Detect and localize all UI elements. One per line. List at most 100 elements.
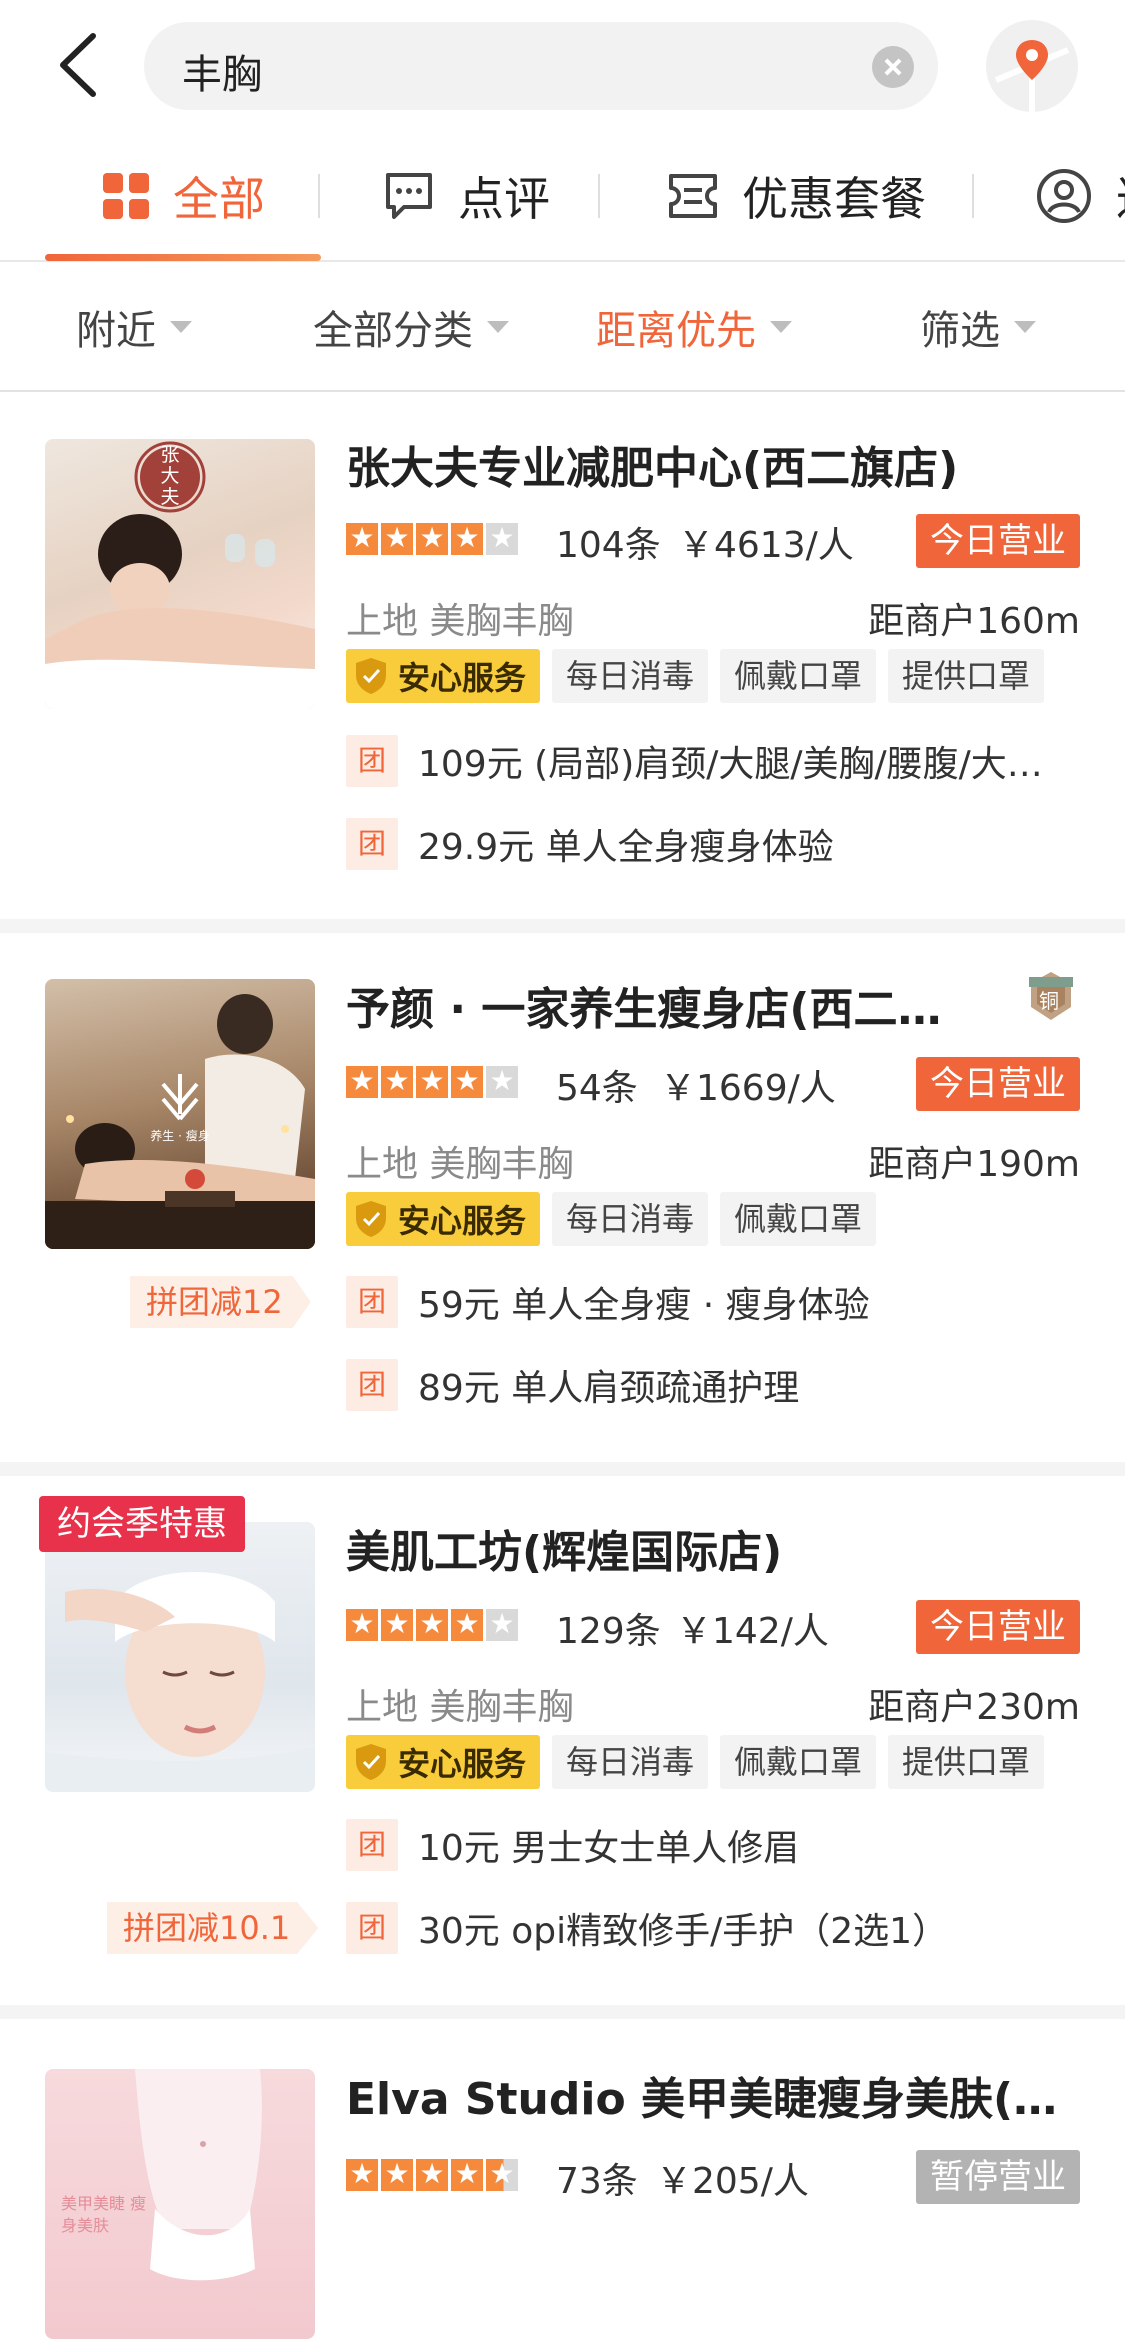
filter-screen[interactable]: 筛选: [920, 262, 1036, 392]
deal-item[interactable]: 团 29.9元 单人全身瘦身体验: [346, 818, 834, 870]
safe-service-label: 安心服务: [398, 1202, 527, 1240]
active-tab-indicator: [45, 254, 321, 261]
safe-service-badge: 安心服务: [346, 649, 541, 703]
shop-image: [45, 1522, 315, 1792]
deal-item[interactable]: 团 109元 (局部)肩颈/大腿/美胸/腰腹/大…: [346, 735, 1043, 787]
review-count: 104条: [556, 525, 661, 566]
deal-text: 109元 (局部)肩颈/大腿/美胸/腰腹/大…: [418, 744, 1043, 785]
filter-label: 筛选: [920, 308, 1000, 354]
back-arrow-icon[interactable]: [55, 30, 105, 100]
group-buy-icon: 团: [346, 1902, 398, 1954]
deal-text: 10元 男士女士单人修眉: [418, 1828, 800, 1869]
promo-label: 约会季特惠: [39, 1496, 245, 1552]
ticket-icon: [669, 174, 717, 218]
filter-bar: 附近 全部分类 距离优先 筛选: [0, 262, 1125, 392]
deal-text: 59元 单人全身瘦 · 瘦身体验: [418, 1285, 870, 1326]
shield-icon: [356, 1201, 386, 1237]
filter-label: 距离优先: [596, 308, 756, 354]
service-tag: 每日消毒: [552, 649, 709, 703]
filter-sort[interactable]: 距离优先: [596, 262, 792, 392]
search-input[interactable]: 丰胸: [144, 22, 938, 110]
shield-icon: [356, 1744, 386, 1780]
filter-label: 附近: [76, 308, 156, 354]
group-buy-icon: 团: [346, 1276, 398, 1328]
medal-label: 铜: [1039, 989, 1059, 1013]
deal-item[interactable]: 团 59元 单人全身瘦 · 瘦身体验: [346, 1276, 870, 1328]
tab-deals[interactable]: 优惠套餐: [668, 130, 926, 262]
service-tag: 佩戴口罩: [720, 1735, 877, 1789]
caret-down-icon: [487, 321, 509, 333]
avg-price: ￥4613/人: [678, 525, 854, 566]
star-empty-icon: [486, 1607, 518, 1641]
review-count: 129条: [556, 1611, 661, 1652]
safe-service-label: 安心服务: [398, 1745, 527, 1783]
star-icon: [346, 1064, 378, 1098]
service-tag: 佩戴口罩: [720, 1192, 877, 1246]
deal-item[interactable]: 团 89元 单人肩颈疏通护理: [346, 1359, 799, 1411]
safe-service-label: 安心服务: [398, 659, 527, 697]
tab-label: 全部: [173, 172, 265, 226]
caret-down-icon: [770, 321, 792, 333]
rating-stars: [346, 1064, 521, 1100]
safe-service-badge: 安心服务: [346, 1192, 541, 1246]
tab-reviews[interactable]: 点评: [384, 130, 550, 262]
clear-icon[interactable]: [872, 46, 914, 88]
shop-card[interactable]: 养生 · 瘦身 予颜 · 一家养生瘦身店(西二… 铜 54条 ￥1669/人 今…: [0, 933, 1125, 1462]
divider: [0, 2005, 1125, 2019]
shop-card[interactable]: 约会季特惠 美肌工坊(辉煌国际店) 129条 ￥142/人 今日营业 上地 美胸…: [0, 1476, 1125, 2005]
thumb-logo-text: 养生 · 瘦身: [150, 1129, 210, 1143]
divider: [318, 174, 320, 218]
shop-area: 上地 美胸丰胸: [346, 601, 574, 642]
shop-title[interactable]: 美肌工坊(辉煌国际店): [346, 1516, 782, 1580]
search-query: 丰胸: [182, 52, 262, 98]
status-badge: 暂停营业: [916, 2150, 1080, 2204]
avg-price: ￥1669/人: [660, 1068, 836, 1109]
deal-item[interactable]: 团 30元 opi精致修手/手护（2选1）: [346, 1902, 948, 1954]
distance: 距商户230m: [868, 1687, 1080, 1728]
filter-category[interactable]: 全部分类: [313, 262, 509, 392]
divider: [0, 1462, 1125, 1476]
group-buy-icon: 团: [346, 1819, 398, 1871]
deal-item[interactable]: 团 10元 男士女士单人修眉: [346, 1819, 799, 1871]
map-location-button[interactable]: [986, 20, 1078, 112]
shop-area: 上地 美胸丰胸: [346, 1687, 574, 1728]
tab-experts[interactable]: 达: [1036, 130, 1125, 262]
review-count: 73条: [556, 2161, 638, 2202]
avg-price: ￥142/人: [676, 1611, 829, 1652]
group-discount-tag: 拼团减10.1: [107, 1902, 319, 1954]
grid-icon: [103, 173, 149, 219]
tab-bar: 全部 点评 优惠套餐 达: [0, 130, 1125, 262]
service-tag: 佩戴口罩: [720, 649, 877, 703]
shop-title[interactable]: 张大夫专业减肥中心(西二旗店): [346, 432, 958, 496]
service-tags: 安心服务 每日消毒 佩戴口罩 提供口罩: [346, 1735, 1056, 1789]
star-icon: [381, 521, 413, 555]
thumb-logo-text: 美甲美睫 瘦身美肤: [61, 2194, 147, 2235]
distance: 距商户190m: [868, 1144, 1080, 1185]
comment-icon: [386, 173, 432, 219]
safe-service-badge: 安心服务: [346, 1735, 541, 1789]
service-tags: 安心服务 每日消毒 佩戴口罩 提供口罩: [346, 649, 1056, 703]
tab-label: 优惠套餐: [742, 172, 926, 226]
distance: 距商户160m: [868, 601, 1080, 642]
service-tag: 每日消毒: [552, 1192, 709, 1246]
shop-image: 养生 · 瘦身: [45, 979, 315, 1249]
star-icon: [451, 521, 483, 555]
divider: [0, 919, 1125, 933]
star-half-icon: [486, 2157, 518, 2191]
star-icon: [451, 1064, 483, 1098]
shop-title[interactable]: 予颜 · 一家养生瘦身店(西二…: [346, 973, 941, 1037]
shop-card[interactable]: 张大夫 张大夫专业减肥中心(西二旗店) 104条 ￥4613/人 今日营业 上地…: [0, 392, 1125, 919]
star-icon: [416, 1064, 448, 1098]
service-tag: 提供口罩: [888, 649, 1045, 703]
shop-title[interactable]: Elva Studio 美甲美睫瘦身美肤(…: [346, 2063, 1057, 2127]
caret-down-icon: [170, 321, 192, 333]
tab-all[interactable]: 全部: [103, 130, 265, 262]
star-icon: [346, 2157, 378, 2191]
shop-card[interactable]: 美甲美睫 瘦身美肤 Elva Studio 美甲美睫瘦身美肤(… 73条 ￥20…: [0, 2019, 1125, 2339]
filter-label: 全部分类: [313, 308, 473, 354]
star-icon: [381, 2157, 413, 2191]
tab-label: 点评: [458, 172, 550, 226]
service-tag: 每日消毒: [552, 1735, 709, 1789]
rating-stars: [346, 2157, 521, 2193]
filter-nearby[interactable]: 附近: [76, 262, 192, 392]
